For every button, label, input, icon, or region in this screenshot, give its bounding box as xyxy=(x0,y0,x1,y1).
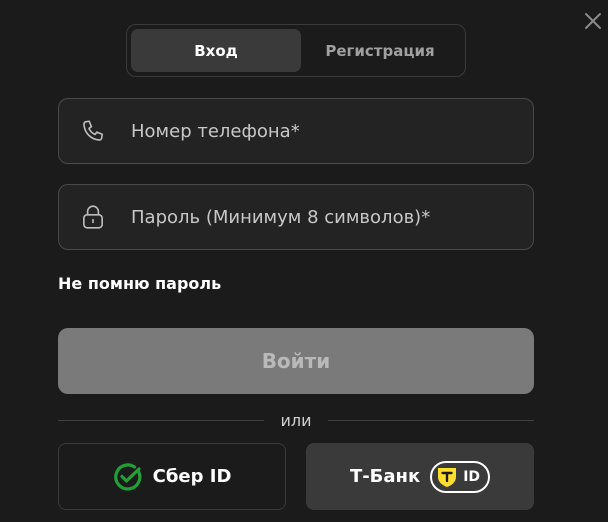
tab-login[interactable]: Вход xyxy=(131,29,301,72)
auth-modal: Вход Регистрация Не помню пароль Войти и… xyxy=(0,0,608,522)
tbank-shield-icon xyxy=(436,466,458,488)
phone-input[interactable] xyxy=(131,120,533,142)
password-field-container[interactable] xyxy=(58,184,534,250)
tab-login-label: Вход xyxy=(194,41,238,60)
tbank-id-button[interactable]: Т-Банк ID xyxy=(306,443,534,510)
phone-field-container[interactable] xyxy=(58,98,534,164)
tbank-badge-text: ID xyxy=(463,468,481,485)
divider-label: или xyxy=(280,410,312,430)
tbank-label: Т-Банк xyxy=(349,466,421,487)
tab-register[interactable]: Регистрация xyxy=(301,29,459,72)
password-input[interactable] xyxy=(131,206,533,228)
tab-register-label: Регистрация xyxy=(325,41,435,60)
divider-line-right xyxy=(327,419,534,421)
sber-id-button[interactable]: Сбер ID xyxy=(58,443,286,510)
phone-icon xyxy=(79,117,107,145)
auth-tabs: Вход Регистрация xyxy=(126,24,466,77)
login-button[interactable]: Войти xyxy=(58,328,534,394)
sber-id-label: Сбер ID xyxy=(152,466,232,487)
tbank-id-badge: ID xyxy=(430,460,491,493)
close-icon xyxy=(585,13,601,29)
divider-line-left xyxy=(58,419,265,421)
lock-icon xyxy=(79,203,107,231)
sber-logo-icon xyxy=(113,462,143,492)
or-divider: или xyxy=(58,408,534,432)
forgot-password-link[interactable]: Не помню пароль xyxy=(58,274,221,293)
close-button[interactable] xyxy=(580,8,606,34)
